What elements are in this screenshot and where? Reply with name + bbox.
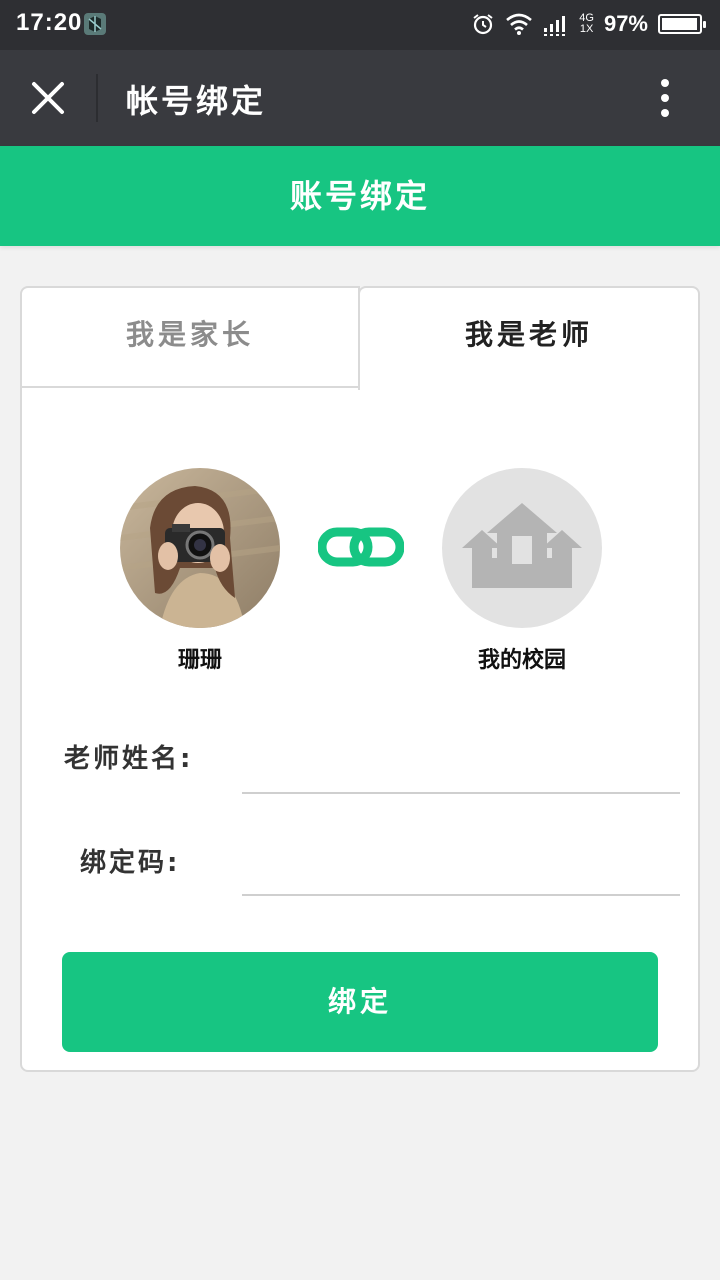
teacher-name-label: 老师姓名: <box>64 744 194 774</box>
tab-teacher[interactable]: 我是老师 <box>358 286 700 390</box>
tab-parent[interactable]: 我是家长 <box>20 286 360 388</box>
app-notification-icon <box>84 13 106 35</box>
battery-icon <box>658 14 706 34</box>
binding-card: 珊珊 我的校园 老师姓名: 绑定码: 绑定 <box>20 386 700 1072</box>
status-right: 4G 1X 97% <box>471 9 706 39</box>
bind-button[interactable]: 绑定 <box>62 952 658 1052</box>
status-time: 17:20 <box>16 9 83 36</box>
battery-fill <box>662 18 697 30</box>
avatar-photo <box>120 468 280 628</box>
title-bar: 帐号绑定 <box>0 50 720 146</box>
link-icon <box>318 527 404 567</box>
title-divider <box>96 74 98 122</box>
castle-icon <box>462 503 582 588</box>
alarm-icon <box>473 14 493 35</box>
network-sub-label: 1X <box>579 23 594 35</box>
section-header: 账号绑定 <box>0 146 720 246</box>
battery-percent: 97% <box>603 11 648 36</box>
user-name: 珊珊 <box>177 648 222 673</box>
close-icon[interactable] <box>26 76 70 120</box>
teacher-name-input[interactable] <box>242 744 680 794</box>
bind-code-input[interactable] <box>242 846 680 896</box>
page-title: 帐号绑定 <box>126 82 267 120</box>
network-type: 4G 1X <box>579 13 594 35</box>
more-vertical-icon[interactable] <box>650 78 680 118</box>
school-avatar <box>442 468 602 628</box>
school-name: 我的校园 <box>477 648 566 673</box>
wifi-icon <box>506 13 533 35</box>
status-bar: 17:20 4G 1X 97% <box>0 0 720 50</box>
avatar <box>120 468 280 628</box>
bind-code-label: 绑定码: <box>80 848 181 878</box>
signal-icon <box>544 16 566 36</box>
